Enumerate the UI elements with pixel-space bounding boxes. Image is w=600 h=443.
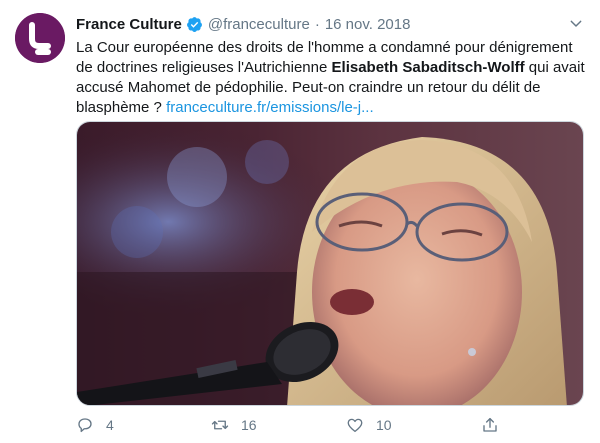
tweet-date[interactable]: 16 nov. 2018 [325,16,411,33]
heart-icon [347,418,363,433]
tweet-image[interactable] [76,121,584,406]
avatar[interactable] [15,13,65,63]
reply-count: 4 [106,417,114,433]
retweet-count: 16 [241,417,257,433]
author-handle[interactable]: @franceculture [208,16,310,33]
tweet-text-line: blasphème ? franceculture.fr/emissions/l… [76,98,586,118]
author-name[interactable]: France Culture [76,16,182,33]
tweet-text: La Cour européenne des droits de l'homme… [76,38,586,118]
share-button[interactable] [481,413,499,437]
france-culture-logo [15,13,65,63]
text-segment: qui avait [524,59,585,76]
text-segment: de doctrines religieuses l'Autrichienne [76,59,332,76]
retweet-icon [211,420,229,430]
retweet-button[interactable]: 16 [211,413,257,437]
tweet-text-line: accusé Mahomet de pédophilie. Peut-on cr… [76,79,541,96]
reply-button[interactable]: 4 [76,413,114,437]
tweet-header: France Culture @franceculture · 16 nov. … [76,14,410,34]
share-icon [483,417,497,432]
tweet-text-line: La Cour européenne des droits de l'homme… [76,39,573,56]
tweet-actions: 4 16 10 [76,413,586,437]
like-count: 10 [376,417,392,433]
chevron-down-icon[interactable] [568,16,584,32]
reply-icon [78,418,92,433]
verified-badge-icon [186,16,203,33]
like-button[interactable]: 10 [346,413,392,437]
tweet[interactable]: France Culture @franceculture · 16 nov. … [0,0,600,443]
tweet-text-line: de doctrines religieuses l'Autrichienne … [76,58,586,78]
separator-dot: · [314,15,320,33]
article-link[interactable]: franceculture.fr/emissions/le-j... [166,99,374,116]
text-segment: blasphème ? [76,99,167,116]
highlighted-name: Elisabeth Sabaditsch-Wolff [331,59,525,76]
